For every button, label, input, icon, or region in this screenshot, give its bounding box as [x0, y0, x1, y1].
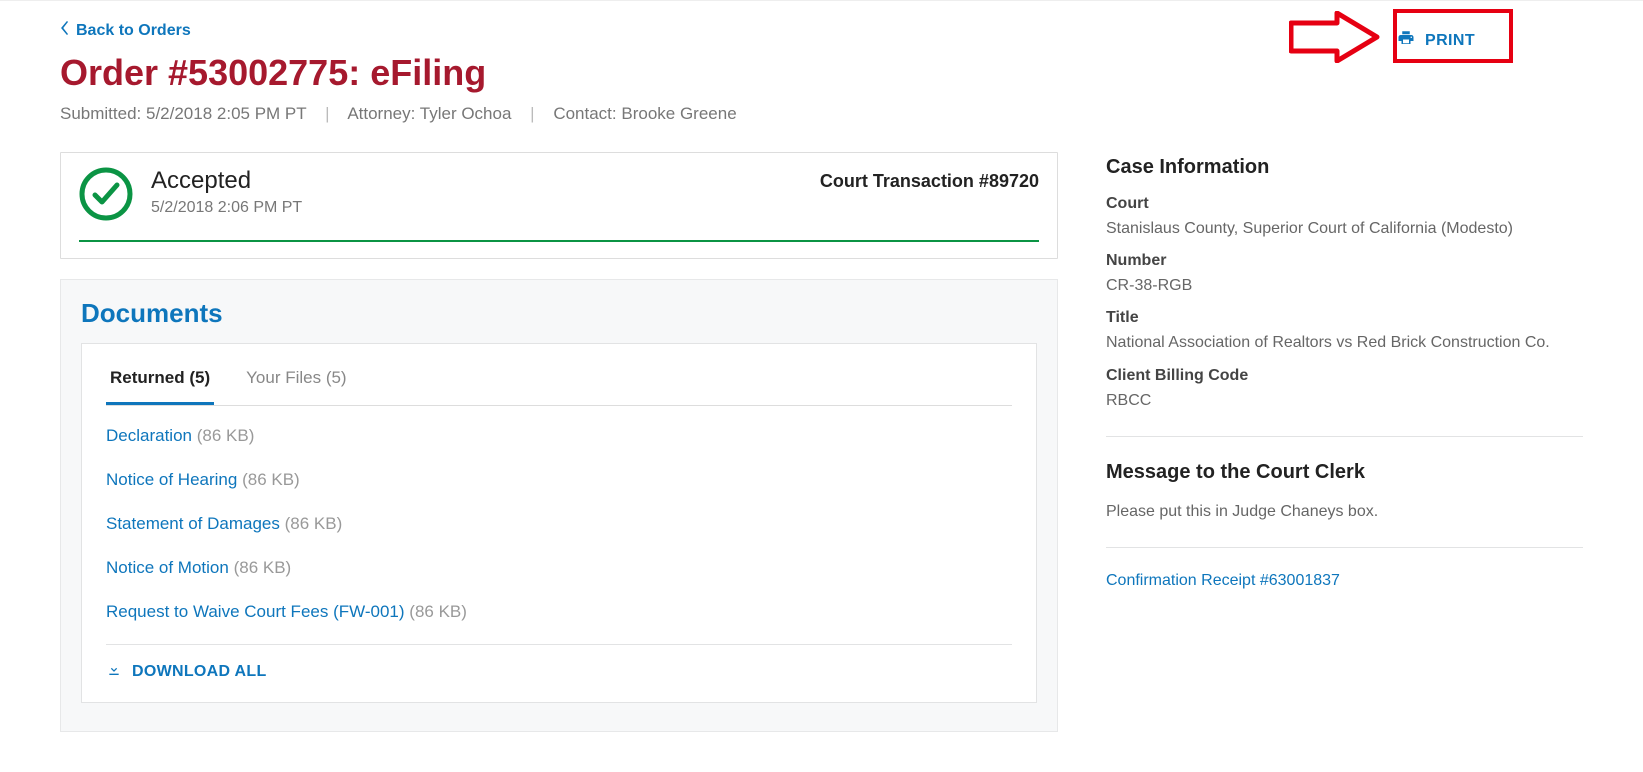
order-meta: Submitted: 5/2/2018 2:05 PM PT | Attorne…	[60, 104, 1583, 124]
download-all-label: DOWNLOAD ALL	[132, 663, 267, 681]
tab-your-files[interactable]: Your Files (5)	[242, 352, 350, 405]
print-button[interactable]: PRINT	[1369, 15, 1503, 66]
status-divider	[79, 240, 1039, 242]
file-link[interactable]: Notice of Motion	[106, 558, 229, 577]
contact-label: Contact:	[553, 104, 621, 123]
court-transaction: Court Transaction #89720	[820, 171, 1039, 192]
court-value: Stanislaus County, Superior Court of Cal…	[1106, 217, 1583, 240]
file-size: (86 KB)	[285, 514, 343, 533]
billing-label: Client Billing Code	[1106, 367, 1583, 385]
document-tabs: Returned (5) Your Files (5)	[106, 352, 1012, 406]
title-value: National Association of Realtors vs Red …	[1106, 331, 1583, 354]
attorney-value: Tyler Ochoa	[420, 104, 512, 123]
back-to-orders-link[interactable]: Back to Orders	[60, 21, 191, 40]
message-body: Please put this in Judge Chaneys box.	[1106, 500, 1583, 523]
file-list: Declaration (86 KB) Notice of Hearing (8…	[106, 414, 1012, 634]
annotation-arrow	[1289, 11, 1381, 63]
number-value: CR-38-RGB	[1106, 274, 1583, 297]
title-label: Title	[1106, 309, 1583, 327]
attorney-label: Attorney:	[347, 104, 419, 123]
side-divider	[1106, 547, 1583, 548]
submitted-label: Submitted:	[60, 104, 146, 123]
status-card: Accepted 5/2/2018 2:06 PM PT Court Trans…	[60, 152, 1058, 259]
list-item: Statement of Damages (86 KB)	[106, 502, 1012, 546]
contact-value: Brooke Greene	[621, 104, 736, 123]
status-timestamp: 5/2/2018 2:06 PM PT	[151, 199, 802, 217]
print-icon	[1397, 29, 1415, 52]
print-label: PRINT	[1425, 32, 1475, 50]
list-divider	[106, 644, 1012, 645]
file-link[interactable]: Request to Waive Court Fees (FW-001)	[106, 602, 405, 621]
message-heading: Message to the Court Clerk	[1106, 461, 1583, 484]
list-item: Notice of Hearing (86 KB)	[106, 458, 1012, 502]
file-size: (86 KB)	[242, 470, 300, 489]
list-item: Declaration (86 KB)	[106, 414, 1012, 458]
number-label: Number	[1106, 252, 1583, 270]
list-item: Notice of Motion (86 KB)	[106, 546, 1012, 590]
file-size: (86 KB)	[409, 602, 467, 621]
case-info-heading: Case Information	[1106, 156, 1583, 179]
download-all-button[interactable]: DOWNLOAD ALL	[106, 661, 267, 682]
file-size: (86 KB)	[197, 426, 255, 445]
documents-section: Documents Returned (5) Your Files (5) De…	[60, 279, 1058, 732]
file-link[interactable]: Statement of Damages	[106, 514, 280, 533]
status-title: Accepted	[151, 167, 802, 195]
side-divider	[1106, 436, 1583, 437]
file-link[interactable]: Notice of Hearing	[106, 470, 237, 489]
chevron-left-icon	[60, 21, 70, 40]
back-label: Back to Orders	[76, 22, 191, 40]
file-size: (86 KB)	[234, 558, 292, 577]
accepted-icon	[79, 167, 133, 226]
tab-returned[interactable]: Returned (5)	[106, 352, 214, 405]
billing-value: RBCC	[1106, 389, 1583, 412]
file-link[interactable]: Declaration	[106, 426, 192, 445]
court-label: Court	[1106, 195, 1583, 213]
download-icon	[106, 661, 122, 682]
confirmation-receipt-link[interactable]: Confirmation Receipt #63001837	[1106, 572, 1583, 590]
submitted-value: 5/2/2018 2:05 PM PT	[146, 104, 306, 123]
documents-heading: Documents	[81, 298, 1037, 329]
list-item: Request to Waive Court Fees (FW-001) (86…	[106, 590, 1012, 634]
